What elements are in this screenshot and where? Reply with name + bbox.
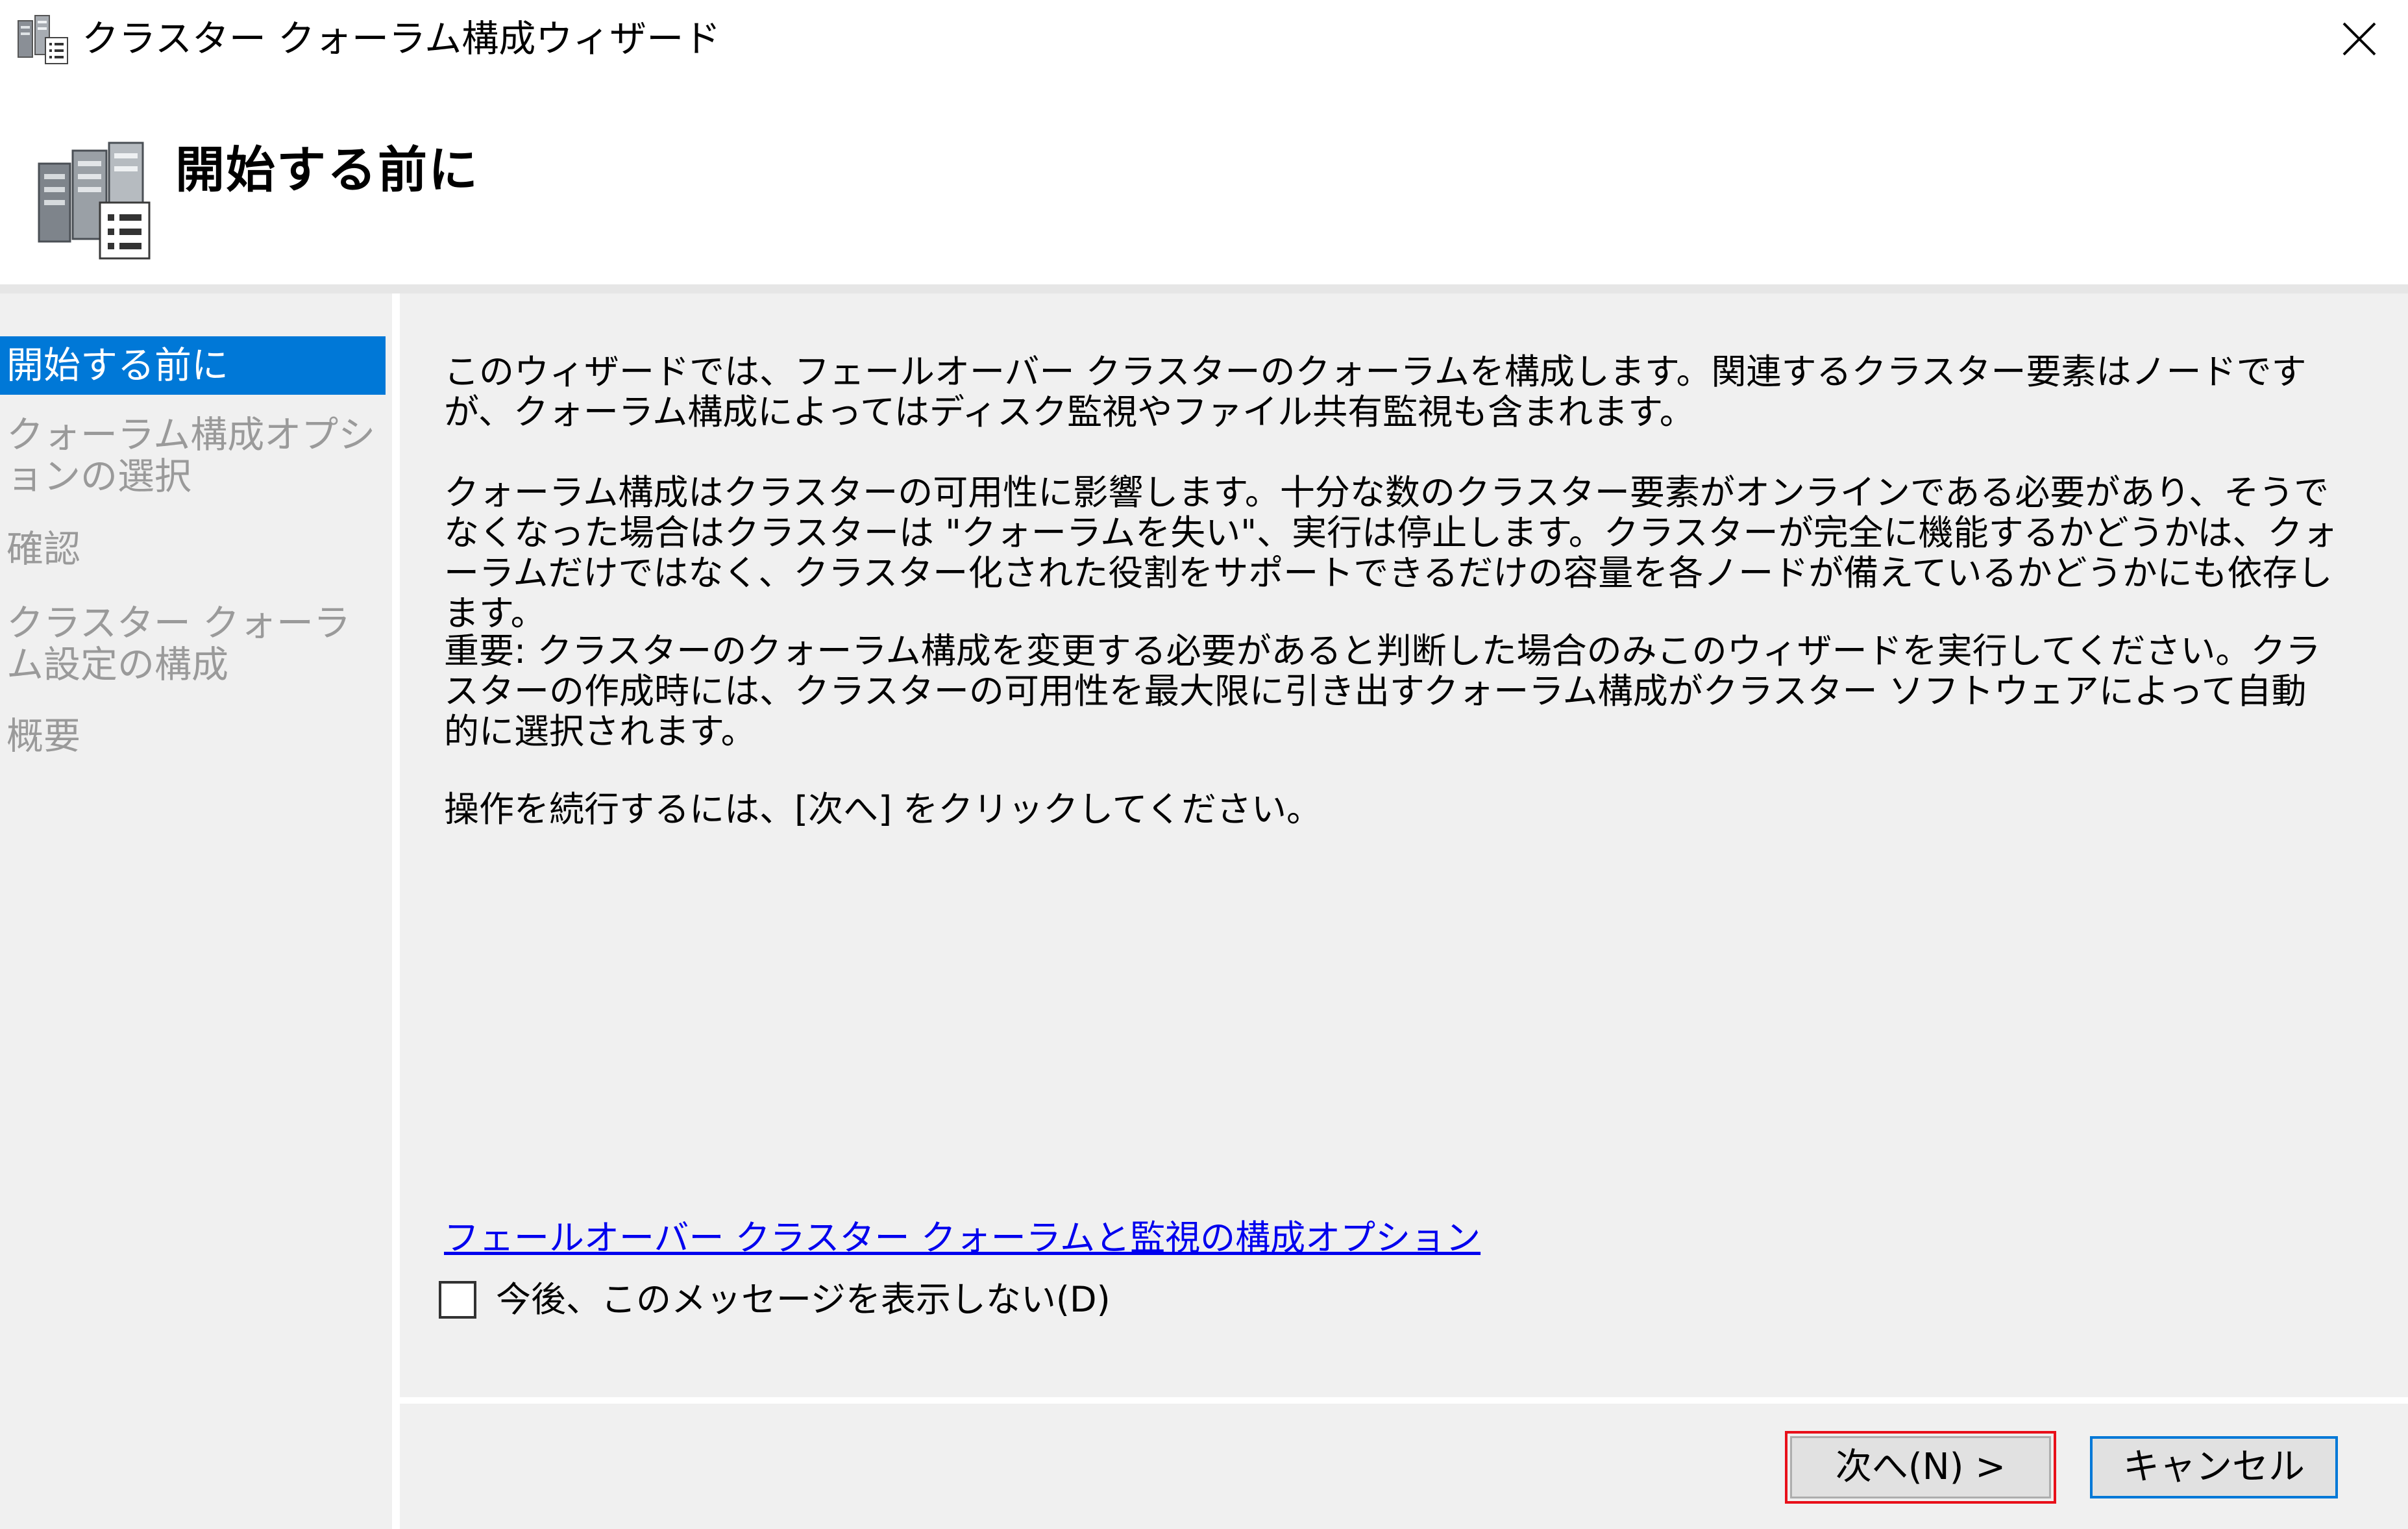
cluster-quorum-icon <box>38 142 151 260</box>
close-button[interactable] <box>2311 0 2408 78</box>
availability-paragraph: クォーラム構成はクラスターの可用性に影響します。十分な数のクラスター要素がオンラ… <box>444 472 2338 634</box>
continue-instruction: 操作を続行するには、[次へ] をクリックしてください。 <box>444 789 1322 830</box>
nav-step-confirmation[interactable]: 確認 <box>0 528 386 574</box>
wizard-steps-nav: 開始する前に クォーラム構成オプションの選択 確認 クラスター クォーラム設定の… <box>0 293 392 1529</box>
page-title: 開始する前に <box>175 141 479 199</box>
nav-step-configure-quorum-settings[interactable]: クラスター クォーラム設定の構成 <box>0 603 386 687</box>
title-bar: クラスター クォーラム構成ウィザード <box>0 0 2408 78</box>
nav-step-summary[interactable]: 概要 <box>0 715 386 761</box>
important-paragraph: 重要: クラスターのクォーラム構成を変更する必要があると判断した場合のみこのウィ… <box>444 630 2321 752</box>
dont-show-again-checkbox-row[interactable]: 今後、このメッセージを表示しない(D) <box>439 1274 1111 1326</box>
dont-show-again-checkbox[interactable] <box>439 1281 476 1319</box>
nav-step-select-quorum-option[interactable]: クォーラム構成オプションの選択 <box>0 414 386 499</box>
window-title: クラスター クォーラム構成ウィザード <box>82 18 721 60</box>
footer-divider <box>400 1397 2408 1404</box>
wizard-window: クラスター クォーラム構成ウィザード 開始する前に 開始する前に クォーラム構成… <box>0 0 2408 1529</box>
next-button[interactable]: 次へ(N) > <box>1790 1436 2051 1498</box>
wizard-content: このウィザードでは、フェールオーバー クラスターのクォーラムを構成します。関連す… <box>400 293 2408 1397</box>
cancel-button[interactable]: キャンセル <box>2090 1436 2338 1498</box>
cluster-app-icon <box>18 15 68 64</box>
close-icon <box>2342 22 2376 56</box>
nav-separator <box>392 293 400 1529</box>
header-divider <box>0 284 2408 293</box>
wizard-header: 開始する前に <box>0 78 2408 284</box>
intro-paragraph: このウィザードでは、フェールオーバー クラスターのクォーラムを構成します。関連す… <box>444 351 2307 432</box>
wizard-footer: 次へ(N) > キャンセル <box>400 1404 2408 1529</box>
dont-show-again-label: 今後、このメッセージを表示しない(D) <box>496 1279 1111 1320</box>
quorum-options-help-link[interactable]: フェールオーバー クラスター クォーラムと監視の構成オプション <box>444 1215 1480 1261</box>
nav-step-before-you-begin[interactable]: 開始する前に <box>0 336 386 395</box>
